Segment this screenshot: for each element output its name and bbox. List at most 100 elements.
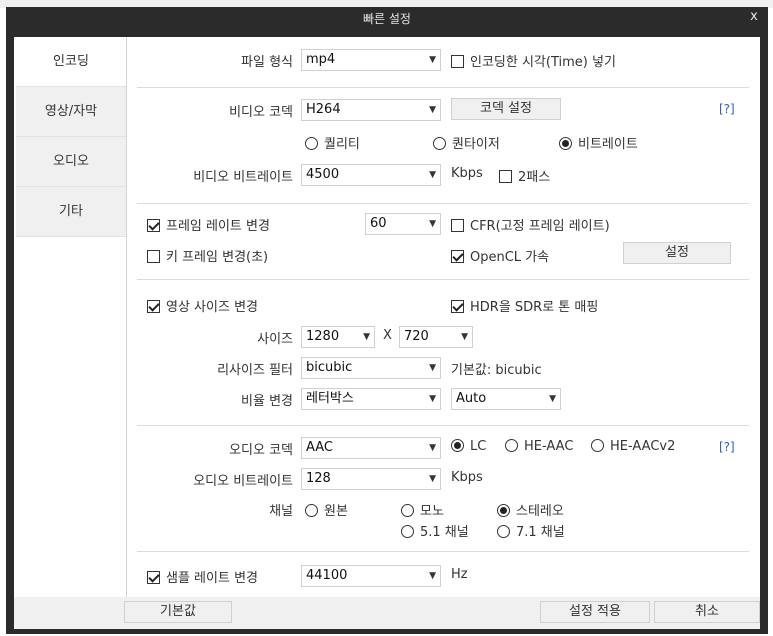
hdr-tonemap-label: HDR을 SDR로 톤 매핑 [470, 300, 599, 315]
apply-settings-button[interactable]: 설정 적용 [540, 601, 650, 623]
height-value: 720 [404, 329, 429, 344]
keyframe-checkbox[interactable]: 키 프레임 변경(초) [147, 246, 268, 265]
checkbox-checked-icon [451, 300, 464, 313]
two-pass-label: 2패스 [518, 170, 551, 185]
channel-original-radio[interactable]: 원본 [305, 500, 348, 519]
aspect-mode-select[interactable]: Auto ▼ [451, 388, 561, 410]
resize-filter-select[interactable]: bicubic ▼ [301, 357, 441, 379]
radio-icon [433, 137, 446, 150]
titlebar: 빠른 설정 x [6, 7, 768, 29]
cancel-button[interactable]: 취소 [654, 601, 760, 623]
default-button[interactable]: 기본값 [124, 601, 232, 623]
resize-filter-value: bicubic [306, 360, 353, 375]
channel-mono-radio[interactable]: 모노 [401, 500, 444, 519]
file-format-label: 파일 형식 [241, 55, 293, 70]
sample-rate-label: 샘플 레이트 변경 [166, 571, 258, 586]
dialog-content: 인코딩 영상/자막 오디오 기타 파일 형식 mp4 ▼ 인코딩한 시각(Tim… [14, 37, 760, 629]
checkbox-icon [147, 250, 160, 263]
video-bitrate-value: 4500 [306, 167, 340, 182]
he-aacv2-label: HE-AACv2 [610, 439, 676, 454]
file-format-value: mp4 [306, 52, 336, 67]
radio-icon [591, 439, 604, 452]
settings-panel: 파일 형식 mp4 ▼ 인코딩한 시각(Time) 넣기 비디오 코덱 H264… [126, 37, 758, 597]
change-fps-checkbox[interactable]: 프레임 레이트 변경 [147, 215, 270, 234]
video-help-link[interactable]: [?] [719, 102, 735, 116]
channel-7-1-radio[interactable]: 7.1 채널 [497, 521, 565, 540]
chevron-down-icon: ▼ [363, 332, 370, 342]
change-size-checkbox[interactable]: 영상 사이즈 변경 [147, 296, 258, 315]
he-aac-radio[interactable]: HE-AAC [505, 439, 573, 454]
chevron-down-icon: ▼ [429, 105, 436, 115]
radio-icon [401, 525, 414, 538]
aspect-ratio-value: 레터박스 [306, 391, 354, 406]
size-separator: X [383, 328, 392, 343]
channel-original-label: 원본 [324, 504, 348, 519]
checkbox-icon [499, 170, 512, 183]
aspect-ratio-label: 비율 변경 [241, 394, 293, 409]
cfr-checkbox[interactable]: CFR(고정 프레임 레이트) [451, 215, 610, 234]
chevron-down-icon: ▼ [429, 170, 436, 180]
sidebar-item-audio[interactable]: 오디오 [16, 137, 126, 187]
video-bitrate-select[interactable]: 4500 ▼ [301, 164, 441, 186]
opencl-label: OpenCL 가속 [470, 250, 550, 265]
hdr-tonemap-checkbox[interactable]: HDR을 SDR로 톤 매핑 [451, 296, 598, 315]
radio-checked-icon [497, 504, 510, 517]
audio-help-link[interactable]: [?] [719, 440, 735, 454]
channel-stereo-label: 스테레오 [516, 504, 564, 519]
sample-rate-value: 44100 [306, 568, 348, 583]
rate-mode-bitrate-radio[interactable]: 비트레이트 [559, 133, 638, 152]
he-aac-label: HE-AAC [524, 439, 574, 454]
he-aacv2-radio[interactable]: HE-AACv2 [591, 439, 675, 454]
height-select[interactable]: 720 ▼ [399, 326, 473, 348]
rate-mode-quantizer-label: 퀀타이저 [452, 137, 500, 152]
channel-stereo-radio[interactable]: 스테레오 [497, 500, 564, 519]
aac-lc-label: LC [470, 439, 487, 454]
radio-checked-icon [451, 439, 464, 452]
audio-codec-label: 오디오 코덱 [229, 443, 293, 458]
quick-settings-dialog: 빠른 설정 x 인코딩 영상/자막 오디오 기타 파일 형식 mp4 ▼ 인코딩… [6, 7, 768, 634]
sidebar-item-other[interactable]: 기타 [16, 187, 126, 237]
channel-5-1-label: 5.1 채널 [420, 525, 469, 540]
fps-value: 60 [370, 216, 387, 231]
section-divider [137, 203, 749, 204]
opencl-settings-button[interactable]: 설정 [623, 242, 731, 264]
resize-filter-default: 기본값: bicubic [451, 363, 542, 378]
channel-5-1-radio[interactable]: 5.1 채널 [401, 521, 469, 540]
insert-time-checkbox[interactable]: 인코딩한 시각(Time) 넣기 [451, 51, 616, 70]
checkbox-checked-icon [451, 250, 464, 263]
aspect-ratio-select[interactable]: 레터박스 ▼ [301, 388, 441, 410]
checkbox-icon [451, 219, 464, 232]
checkbox-checked-icon [147, 300, 160, 313]
audio-codec-select[interactable]: AAC ▼ [301, 437, 441, 459]
aac-lc-radio[interactable]: LC [451, 439, 486, 454]
width-select[interactable]: 1280 ▼ [301, 326, 375, 348]
window-title: 빠른 설정 [363, 12, 411, 26]
two-pass-checkbox[interactable]: 2패스 [499, 166, 550, 185]
channel-label: 채널 [269, 504, 293, 519]
file-format-select[interactable]: mp4 ▼ [301, 49, 441, 71]
sample-rate-unit: Hz [451, 567, 468, 582]
aspect-mode-value: Auto [456, 391, 487, 406]
close-button[interactable]: x [746, 9, 762, 27]
sample-rate-select[interactable]: 44100 ▼ [301, 565, 441, 587]
section-divider [137, 425, 749, 426]
section-divider [137, 279, 749, 280]
rate-mode-bitrate-label: 비트레이트 [578, 137, 638, 152]
fps-select[interactable]: 60 ▼ [365, 213, 441, 235]
section-divider [137, 551, 749, 552]
checkbox-checked-icon [147, 571, 160, 584]
sidebar: 인코딩 영상/자막 오디오 기타 [16, 37, 126, 597]
opencl-checkbox[interactable]: OpenCL 가속 [451, 246, 549, 265]
sample-rate-checkbox[interactable]: 샘플 레이트 변경 [147, 567, 258, 586]
video-codec-value: H264 [306, 102, 341, 117]
rate-mode-quality-radio[interactable]: 퀄리티 [305, 133, 360, 152]
rate-mode-quantizer-radio[interactable]: 퀀타이저 [433, 133, 500, 152]
sidebar-item-video-subtitle[interactable]: 영상/자막 [16, 87, 126, 137]
section-divider [137, 87, 749, 88]
codec-settings-button[interactable]: 코덱 설정 [451, 98, 561, 120]
sidebar-empty-area [16, 237, 126, 597]
chevron-down-icon: ▼ [429, 394, 436, 404]
video-codec-select[interactable]: H264 ▼ [301, 99, 441, 121]
audio-bitrate-select[interactable]: 128 ▼ [301, 468, 441, 490]
sidebar-item-encoding[interactable]: 인코딩 [16, 37, 126, 87]
